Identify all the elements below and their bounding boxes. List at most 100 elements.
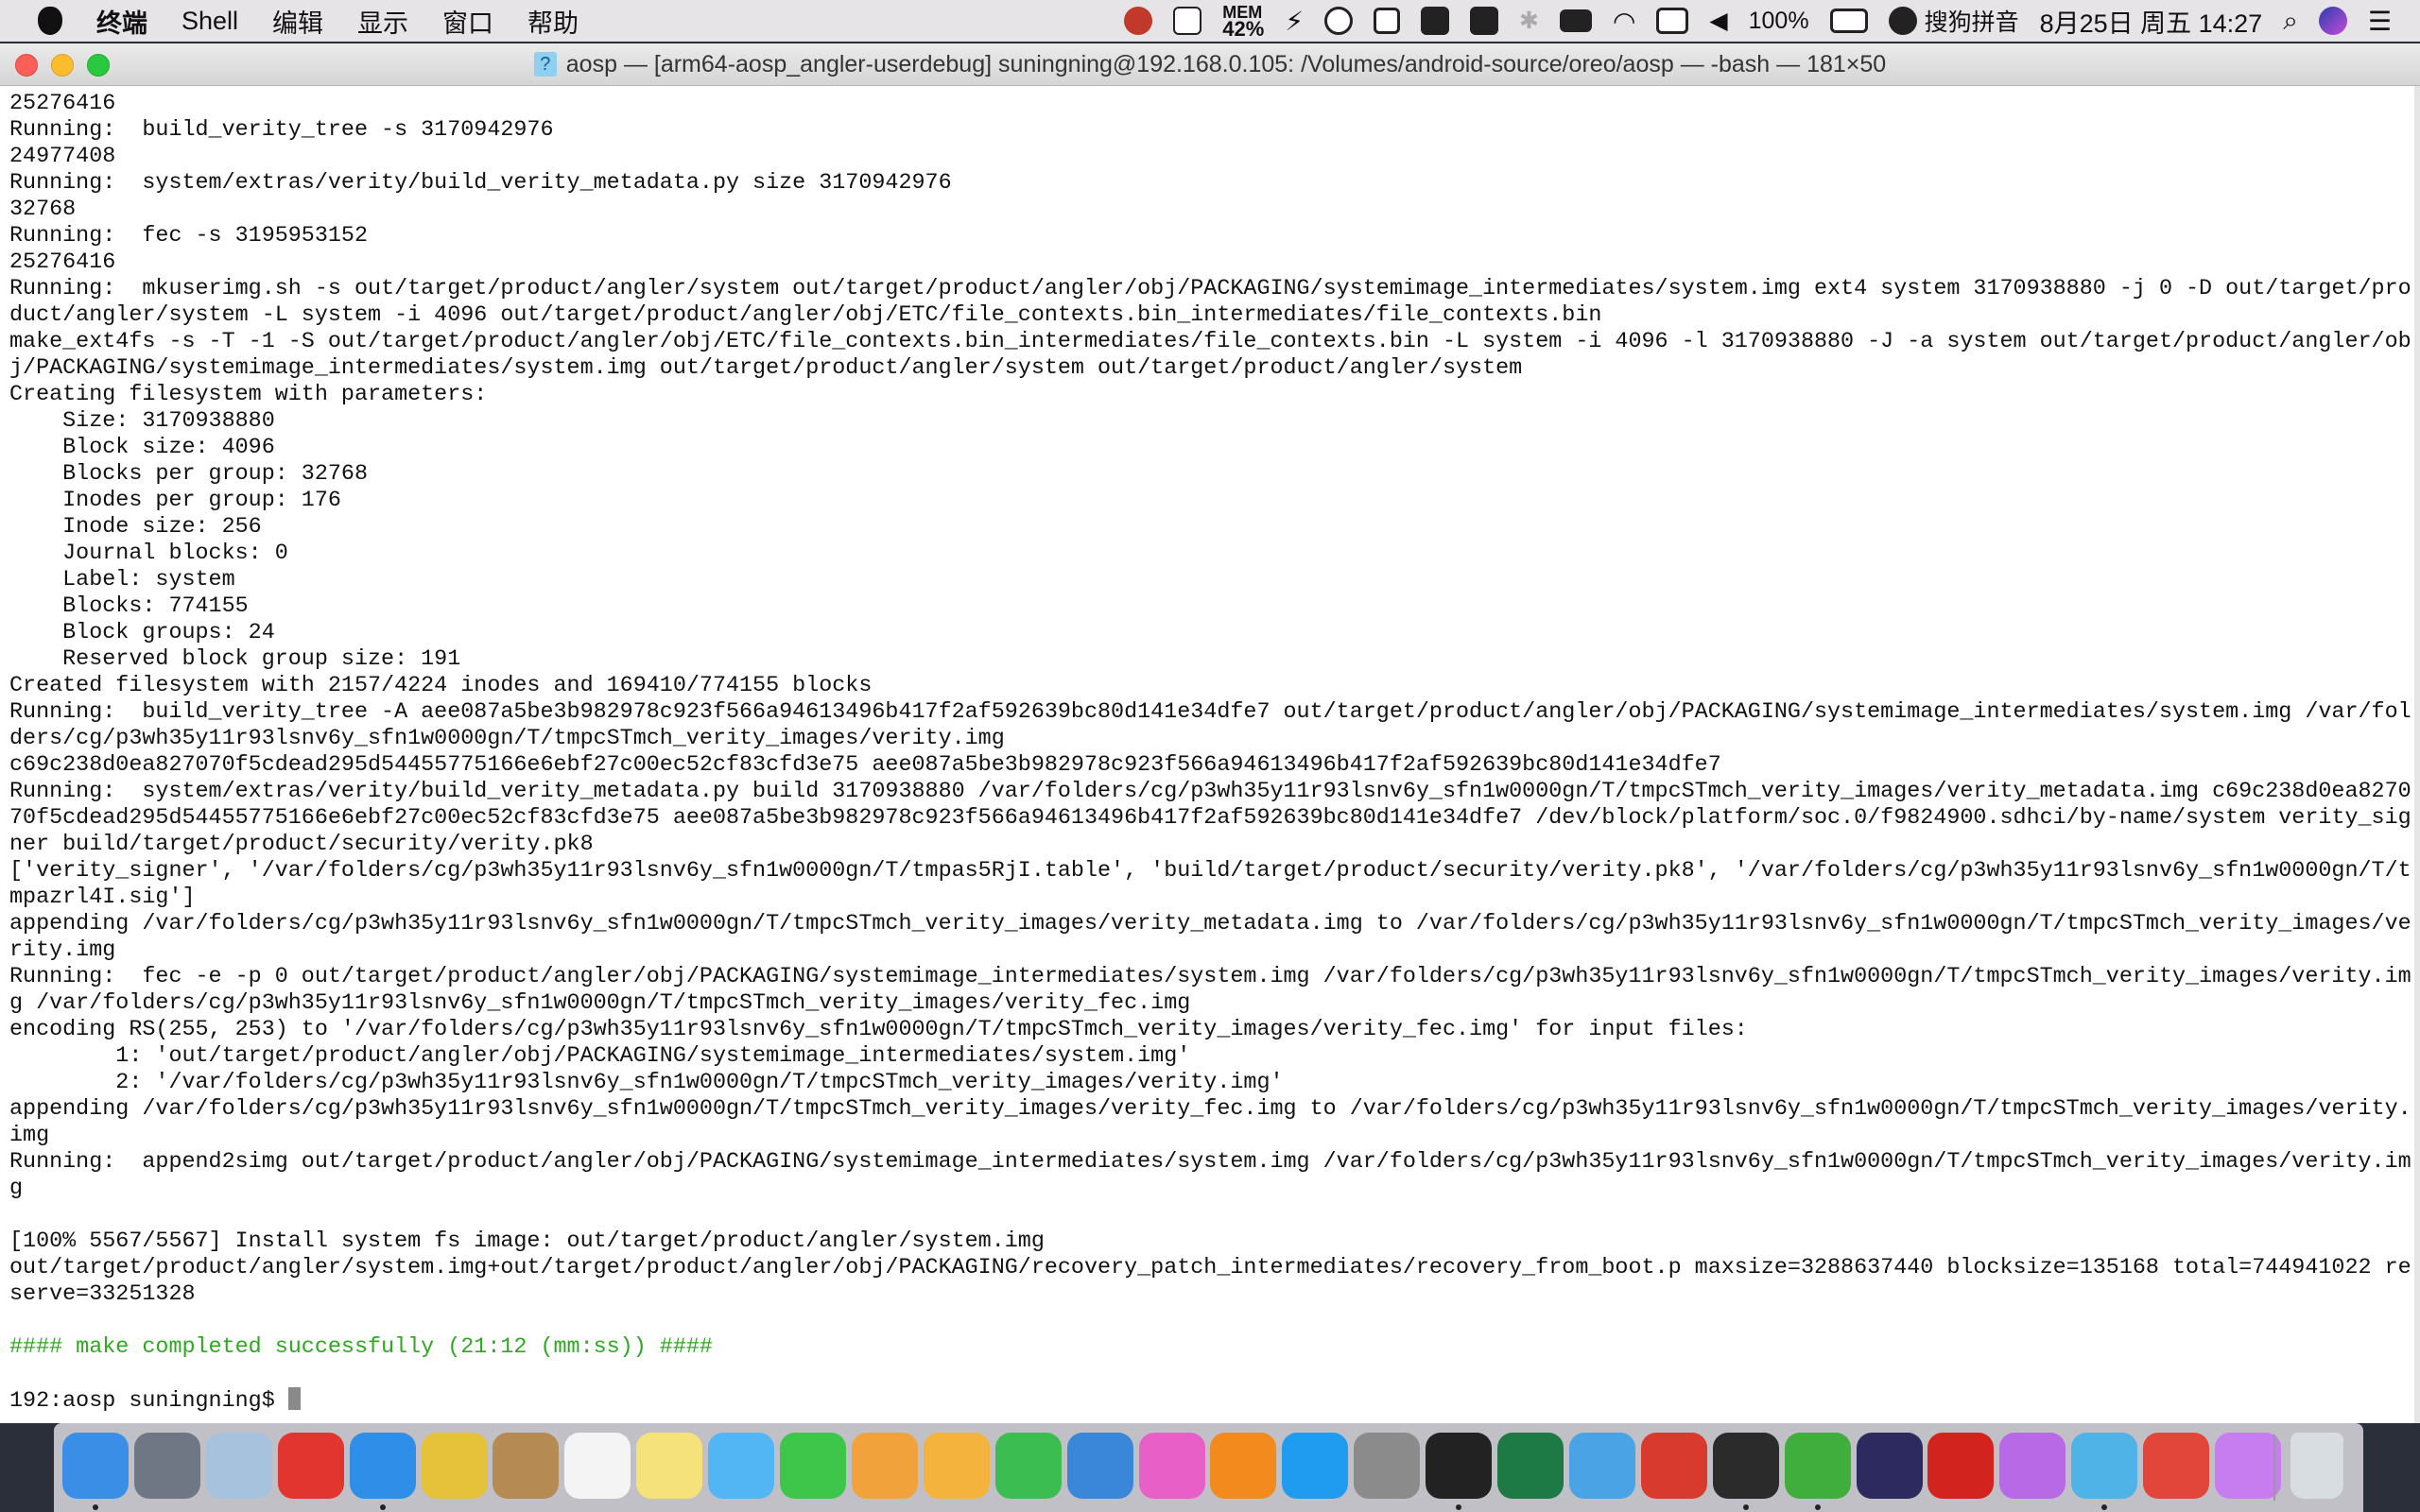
ibooks-icon[interactable] xyxy=(1210,1433,1277,1499)
document-proxy-icon[interactable]: ? xyxy=(533,52,557,77)
itunes-icon[interactable] xyxy=(1138,1433,1205,1499)
chrome-icon[interactable] xyxy=(421,1433,488,1499)
excel-icon[interactable] xyxy=(1497,1433,1564,1499)
terminal-line-text: #### make completed successfully (21:12 … xyxy=(9,1335,713,1360)
qq-icon[interactable] xyxy=(1426,1433,1493,1499)
g-app-icon[interactable] xyxy=(277,1433,344,1499)
cursor xyxy=(287,1387,301,1410)
battery-icon[interactable] xyxy=(1829,9,1868,33)
flower-app-icon[interactable] xyxy=(1999,1433,2066,1499)
terminal-line-text: Inode size: 256 xyxy=(9,515,262,540)
flower-app-2-icon[interactable] xyxy=(2215,1433,2281,1499)
paper-plane-icon[interactable] xyxy=(2071,1433,2138,1499)
xcode-icon[interactable] xyxy=(1568,1433,1635,1499)
terminal-line-text: Running: system/extras/verity/build_veri… xyxy=(9,171,952,196)
numbers-icon[interactable] xyxy=(994,1433,1062,1499)
volume-icon[interactable]: ◀ xyxy=(1709,7,1727,35)
terminal-line: Blocks per group: 32768 xyxy=(9,461,2420,488)
keynote-icon[interactable] xyxy=(1066,1433,1133,1499)
terminal-line-text: g xyxy=(9,1177,24,1201)
terminal-output[interactable]: 25276416 Running: build_verity_tree -s 31… xyxy=(9,91,2420,1414)
terminal-line-text: 2: '/var/folders/cg/p3wh35y11r93lsnv6y_s… xyxy=(9,1071,1284,1095)
preview-icon[interactable] xyxy=(205,1433,272,1499)
keyboard-icon[interactable] xyxy=(1559,9,1592,32)
mic-icon[interactable] xyxy=(1420,7,1449,35)
menu-terminal[interactable]: 终端 xyxy=(96,3,147,40)
terminal-line: Inode size: 256 xyxy=(9,514,2420,541)
menu-view[interactable]: 显示 xyxy=(357,3,408,40)
running-indicator xyxy=(1456,1504,1462,1510)
dock-separator xyxy=(2273,1435,2275,1501)
terminal-icon[interactable] xyxy=(1712,1433,1779,1499)
close-button[interactable] xyxy=(15,54,38,77)
terminal-line-text: g /var/folders/cg/p3wh35y11r93lsnv6y_sfn… xyxy=(9,991,1191,1016)
scrollbar[interactable] xyxy=(2414,86,2420,1423)
siri-icon[interactable] xyxy=(2318,7,2347,35)
notes-icon[interactable] xyxy=(636,1433,703,1499)
menu-help[interactable]: 帮助 xyxy=(527,3,579,40)
battery-percent[interactable]: 100% xyxy=(1749,8,1809,35)
running-indicator xyxy=(379,1504,386,1510)
trash-icon[interactable] xyxy=(2290,1433,2343,1499)
evernote-icon[interactable] xyxy=(1784,1433,1851,1499)
terminal-line: Block groups: 24 xyxy=(9,620,2420,646)
notification-center-icon[interactable]: ☰ xyxy=(2368,6,2392,37)
photos-icon[interactable] xyxy=(851,1433,918,1499)
terminal-line: Running: system/extras/verity/build_veri… xyxy=(9,170,2420,197)
system-preferences-icon[interactable] xyxy=(1354,1433,1421,1499)
status-app-icon[interactable] xyxy=(1124,7,1153,35)
terminal-line-text: Journal blocks: 0 xyxy=(9,541,288,566)
calendar-icon[interactable] xyxy=(564,1433,631,1499)
terminal-line: Running: fec -s 3195953152 xyxy=(9,223,2420,249)
chinese-input-icon[interactable] xyxy=(1469,7,1498,35)
zoom-button[interactable] xyxy=(87,54,110,77)
finder-icon[interactable] xyxy=(62,1433,129,1499)
terminal-line: 24977408 xyxy=(9,144,2420,170)
contacts-icon[interactable] xyxy=(493,1433,560,1499)
acrobat-icon[interactable] xyxy=(1927,1433,1995,1499)
messages-icon[interactable] xyxy=(708,1433,775,1499)
terminal-line: g xyxy=(9,1176,2420,1202)
bookmark-app-icon[interactable] xyxy=(2143,1433,2210,1499)
crosshair-icon[interactable] xyxy=(1323,7,1353,35)
eclipse-icon[interactable] xyxy=(1856,1433,1923,1499)
menu-edit[interactable]: 编辑 xyxy=(272,3,323,40)
menu-shell[interactable]: Shell xyxy=(182,7,238,36)
menu-window[interactable]: 窗口 xyxy=(442,3,493,40)
terminal-line-text: Blocks: 774155 xyxy=(9,594,249,619)
status-star-icon[interactable] xyxy=(1173,7,1202,35)
terminal-line: 25276416 xyxy=(9,91,2420,117)
clock[interactable]: 8月25日 周五 14:27 xyxy=(2040,3,2263,40)
minimize-button[interactable] xyxy=(51,54,74,77)
terminal-line-text: Running: build_verity_tree -A aee087a5be… xyxy=(9,700,2411,725)
terminal-line-text: Blocks per group: 32768 xyxy=(9,462,368,487)
facetime-icon[interactable] xyxy=(780,1433,846,1499)
terminal-line: 32768 xyxy=(9,197,2420,223)
mem-value: 42% xyxy=(1222,17,1265,41)
airplay-icon[interactable] xyxy=(1656,8,1689,34)
apple-menu-icon[interactable] xyxy=(38,7,62,35)
terminal-line: duct/angler/system -L system -i 4096 out… xyxy=(9,302,2420,329)
safari-icon[interactable] xyxy=(349,1433,416,1499)
terminal-line-text: 192:aosp suningning$ xyxy=(9,1389,288,1414)
terminal-line-text: ders/cg/p3wh35y11r93lsnv6y_sfn1w0000gn/T… xyxy=(9,727,1005,751)
terminal-window: ? aosp — [arm64-aosp_angler-userdebug] s… xyxy=(0,43,2420,1423)
screen-share-icon[interactable] xyxy=(1373,8,1400,34)
parallels-icon[interactable] xyxy=(1640,1433,1707,1499)
running-indicator xyxy=(93,1504,98,1510)
pages-icon[interactable] xyxy=(923,1433,990,1499)
bolt-icon[interactable]: ⚡ xyxy=(1285,6,1304,37)
terminal-line: #### make completed successfully (21:12 … xyxy=(9,1334,2420,1361)
terminal-line-text: Block size: 4096 xyxy=(9,436,275,460)
title-bar[interactable]: ? aosp — [arm64-aosp_angler-userdebug] s… xyxy=(0,43,2420,86)
app-store-icon[interactable] xyxy=(1282,1433,1349,1499)
input-method-label[interactable]: 搜狗拼音 xyxy=(1925,4,2019,38)
spotlight-search-icon[interactable]: ⌕ xyxy=(2283,6,2298,37)
bluetooth-icon[interactable]: ✱ xyxy=(1519,7,1539,35)
terminal-line: c69c238d0ea827070f5cdead295d54455775166e… xyxy=(9,752,2420,779)
sogou-icon[interactable] xyxy=(1888,7,1917,35)
memory-status[interactable]: MEM 42% xyxy=(1222,4,1265,41)
launchpad-icon[interactable] xyxy=(133,1433,200,1499)
wifi-icon[interactable]: ◠ xyxy=(1613,6,1635,37)
terminal-line-text: Running: build_verity_tree -s 3170942976 xyxy=(9,118,554,143)
